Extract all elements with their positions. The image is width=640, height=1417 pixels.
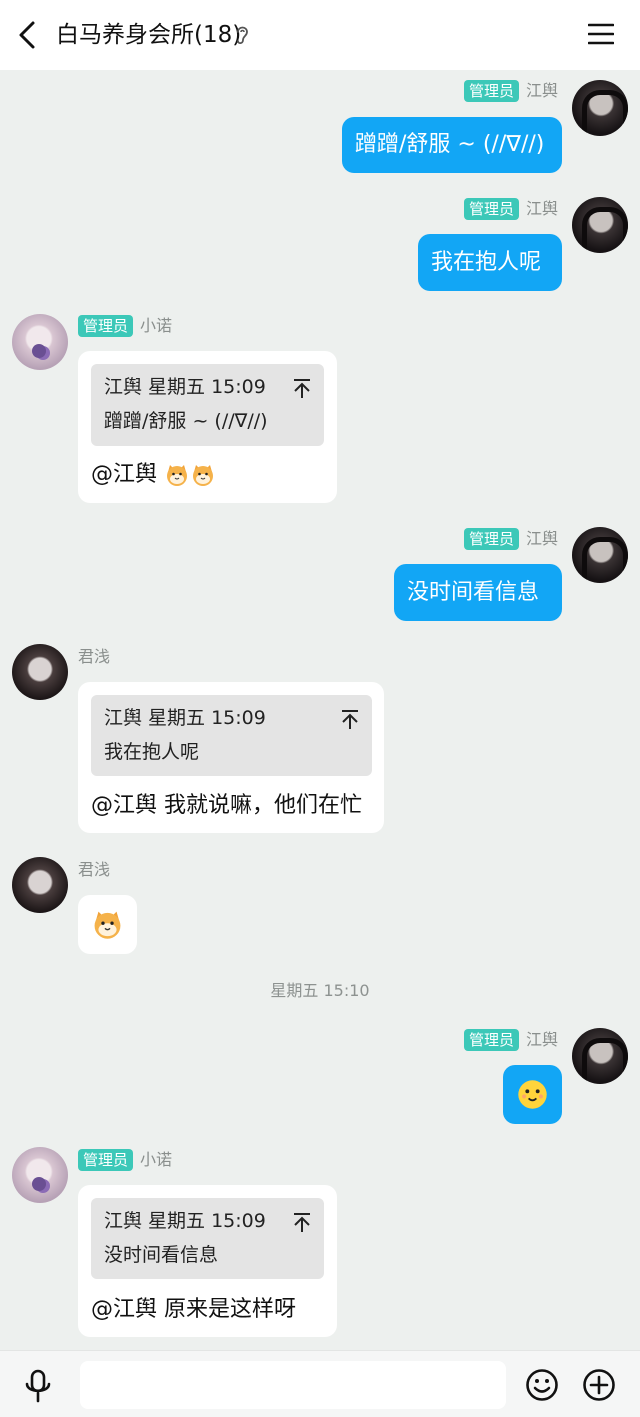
- avatar[interactable]: [12, 857, 68, 913]
- reply-mention: @江舆 我就说嘛，他们在忙: [91, 793, 362, 818]
- reply-bubble[interactable]: 江舆 星期五 15:09 没时间看信息 @江舆 原来是这样呀: [78, 1185, 337, 1337]
- sender-meta: 君浅: [78, 646, 110, 668]
- emoji-bubble[interactable]: [78, 895, 137, 954]
- admin-badge: 管理员: [78, 315, 134, 337]
- quote-text: 没时间看信息: [104, 1244, 219, 1266]
- emoji-bubble[interactable]: [503, 1065, 562, 1124]
- message-text: 没时间看信息: [407, 579, 540, 605]
- quote-text: 我在抱人呢: [104, 741, 200, 763]
- emoji-button-icon[interactable]: [525, 1368, 559, 1402]
- reply-text: @江舆 我就说嘛，他们在忙: [91, 791, 362, 821]
- avatar[interactable]: [572, 197, 628, 253]
- back-arrow-icon[interactable]: [14, 20, 42, 50]
- message-bubble[interactable]: 我在抱人呢: [418, 234, 562, 291]
- quote-header: 江舆 星期五 15:09: [104, 376, 266, 398]
- quote-header: 江舆 星期五 15:09: [104, 707, 266, 729]
- reply-mention: @江舆: [91, 462, 158, 487]
- reply-text: @江舆 原来是这样呀: [91, 1295, 296, 1325]
- sender-name: 江舆: [525, 529, 558, 548]
- reply-mention: @江舆 原来是这样呀: [91, 1297, 296, 1322]
- menu-icon[interactable]: [588, 22, 614, 46]
- admin-badge: 管理员: [463, 1029, 519, 1051]
- admin-badge: 管理员: [463, 198, 519, 220]
- sender-meta: 管理员 江舆: [380, 198, 558, 220]
- quote-text: 蹭蹭/舒服 ~ (//∇//): [104, 410, 268, 432]
- shiba-emoji-icon: [193, 465, 214, 486]
- sender-meta: 管理员 小诺: [78, 1149, 172, 1171]
- sender-meta: 管理员 江舆: [380, 80, 558, 102]
- message-bubble[interactable]: 蹭蹭/舒服 ~ (//∇//): [342, 117, 562, 173]
- sender-name: 君浅: [78, 647, 111, 666]
- shiba-emoji-icon: [167, 465, 188, 486]
- chat-title[interactable]: 白马养身会所(18): [56, 19, 241, 51]
- avatar[interactable]: [12, 1147, 68, 1203]
- quote-header: 江舆 星期五 15:09: [104, 1210, 266, 1232]
- message-bubble[interactable]: 没时间看信息: [394, 564, 562, 621]
- chat-header: 白马养身会所(18): [0, 0, 640, 70]
- sender-meta: 管理员 江舆: [380, 1029, 558, 1051]
- reply-text: @江舆: [91, 460, 215, 490]
- admin-badge: 管理员: [463, 80, 519, 102]
- sender-meta: 管理员 江舆: [380, 528, 558, 550]
- reply-bubble[interactable]: 江舆 星期五 15:09 蹭蹭/舒服 ~ (//∇//) @江舆: [78, 351, 337, 503]
- sender-name: 江舆: [525, 199, 558, 218]
- avatar[interactable]: [12, 644, 68, 700]
- sender-meta: 君浅: [78, 859, 110, 881]
- ear-icon: [237, 26, 248, 45]
- avatar[interactable]: [12, 314, 68, 370]
- sender-name: 君浅: [78, 860, 111, 879]
- smile-emoji-icon: [518, 1080, 547, 1109]
- message-text: 我在抱人呢: [431, 249, 542, 275]
- message-input[interactable]: [80, 1361, 506, 1409]
- admin-badge: 管理员: [463, 528, 519, 550]
- quoted-message[interactable]: 江舆 星期五 15:09 没时间看信息: [91, 1198, 324, 1279]
- sender-name: 江舆: [525, 81, 558, 100]
- sender-meta: 管理员 小诺: [78, 315, 172, 337]
- avatar[interactable]: [572, 80, 628, 136]
- quoted-message[interactable]: 江舆 星期五 15:09 蹭蹭/舒服 ~ (//∇//): [91, 364, 324, 446]
- sender-name: 小诺: [140, 1150, 173, 1169]
- pin-top-icon[interactable]: [292, 1211, 312, 1233]
- shiba-emoji-icon: [94, 911, 121, 939]
- microphone-icon[interactable]: [22, 1369, 54, 1403]
- reply-bubble[interactable]: 江舆 星期五 15:09 我在抱人呢 @江舆 我就说嘛，他们在忙: [78, 682, 384, 833]
- message-text: 蹭蹭/舒服 ~ (//∇//): [355, 132, 545, 157]
- input-bar: [0, 1350, 640, 1417]
- pin-top-icon[interactable]: [340, 708, 360, 730]
- quoted-message[interactable]: 江舆 星期五 15:09 我在抱人呢: [91, 695, 372, 776]
- admin-badge: 管理员: [78, 1149, 134, 1171]
- avatar[interactable]: [572, 527, 628, 583]
- plus-circle-icon[interactable]: [582, 1368, 616, 1402]
- avatar[interactable]: [572, 1028, 628, 1084]
- sender-name: 江舆: [525, 1030, 558, 1049]
- sender-name: 小诺: [140, 316, 173, 335]
- timestamp: 星期五 15:10: [270, 981, 370, 1000]
- pin-top-icon[interactable]: [292, 377, 312, 399]
